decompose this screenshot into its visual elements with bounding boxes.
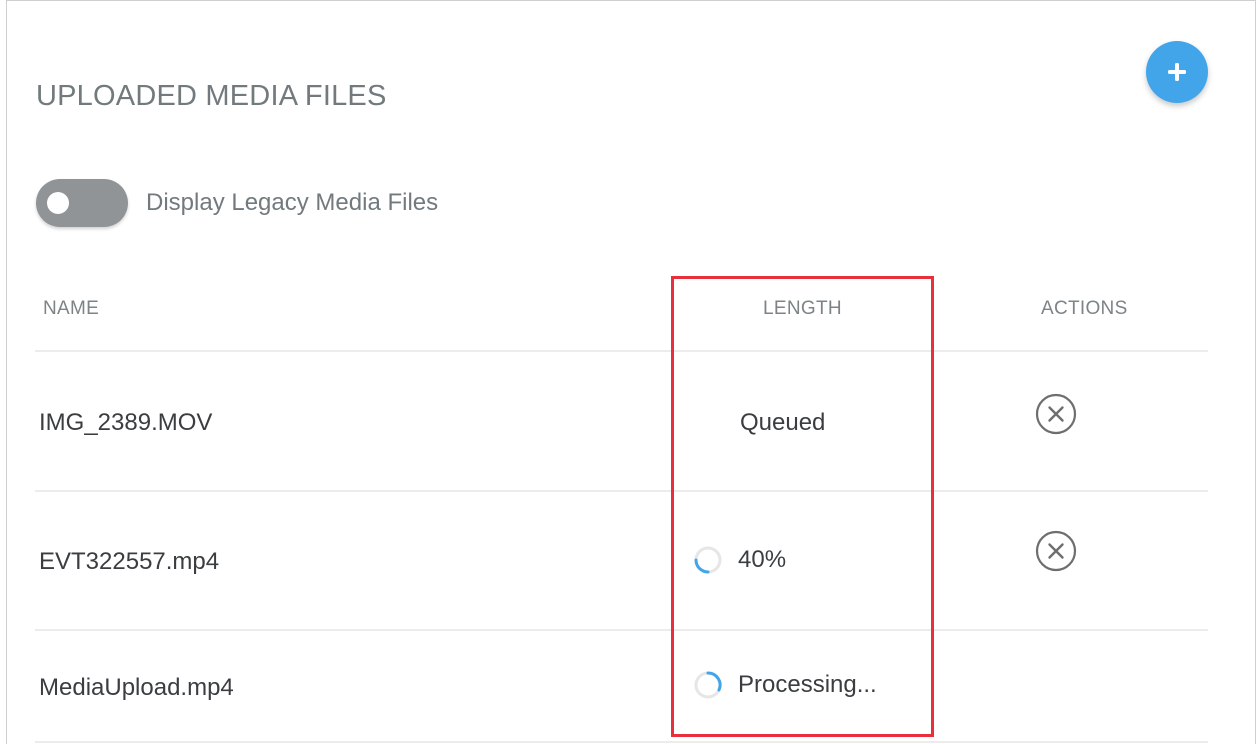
status-text: Queued (740, 409, 826, 436)
page-title: UPLOADED MEDIA FILES (36, 80, 387, 112)
file-length-status: Processing... (692, 669, 877, 701)
table-header: NAME LENGTH ACTIONS (35, 280, 1208, 352)
table-row: EVT322557.mp4 40% (35, 492, 1208, 631)
progress-spinner-icon (694, 671, 722, 699)
column-header-actions: ACTIONS (1041, 298, 1128, 319)
toggle-label: Display Legacy Media Files (146, 189, 439, 216)
legacy-files-toggle[interactable] (36, 179, 128, 227)
close-circle-icon (1035, 393, 1077, 435)
table-row: MediaUpload.mp4 Processing... (35, 631, 1208, 743)
progress-spinner-icon (694, 546, 722, 574)
plus-icon (1168, 63, 1186, 81)
close-circle-icon (1035, 530, 1077, 572)
file-name: IMG_2389.MOV (39, 409, 213, 436)
column-header-name[interactable]: NAME (43, 298, 99, 320)
legacy-files-toggle-row: Display Legacy Media Files (36, 178, 438, 228)
add-media-button[interactable] (1146, 41, 1208, 103)
column-header-length[interactable]: LENGTH (763, 298, 842, 320)
toggle-knob (47, 192, 69, 214)
file-length-status: Queued (740, 409, 825, 437)
file-name: MediaUpload.mp4 (39, 674, 234, 701)
remove-file-button[interactable] (1034, 392, 1078, 436)
remove-file-button[interactable] (1034, 529, 1078, 573)
status-text: Processing... (738, 671, 877, 698)
file-name: EVT322557.mp4 (39, 548, 220, 575)
file-length-status: 40% (692, 544, 786, 576)
upload-progress-text: 40% (738, 546, 787, 573)
media-files-table: NAME LENGTH ACTIONS IMG_2389.MOV Queued … (35, 280, 1208, 743)
table-row: IMG_2389.MOV Queued (35, 352, 1208, 492)
